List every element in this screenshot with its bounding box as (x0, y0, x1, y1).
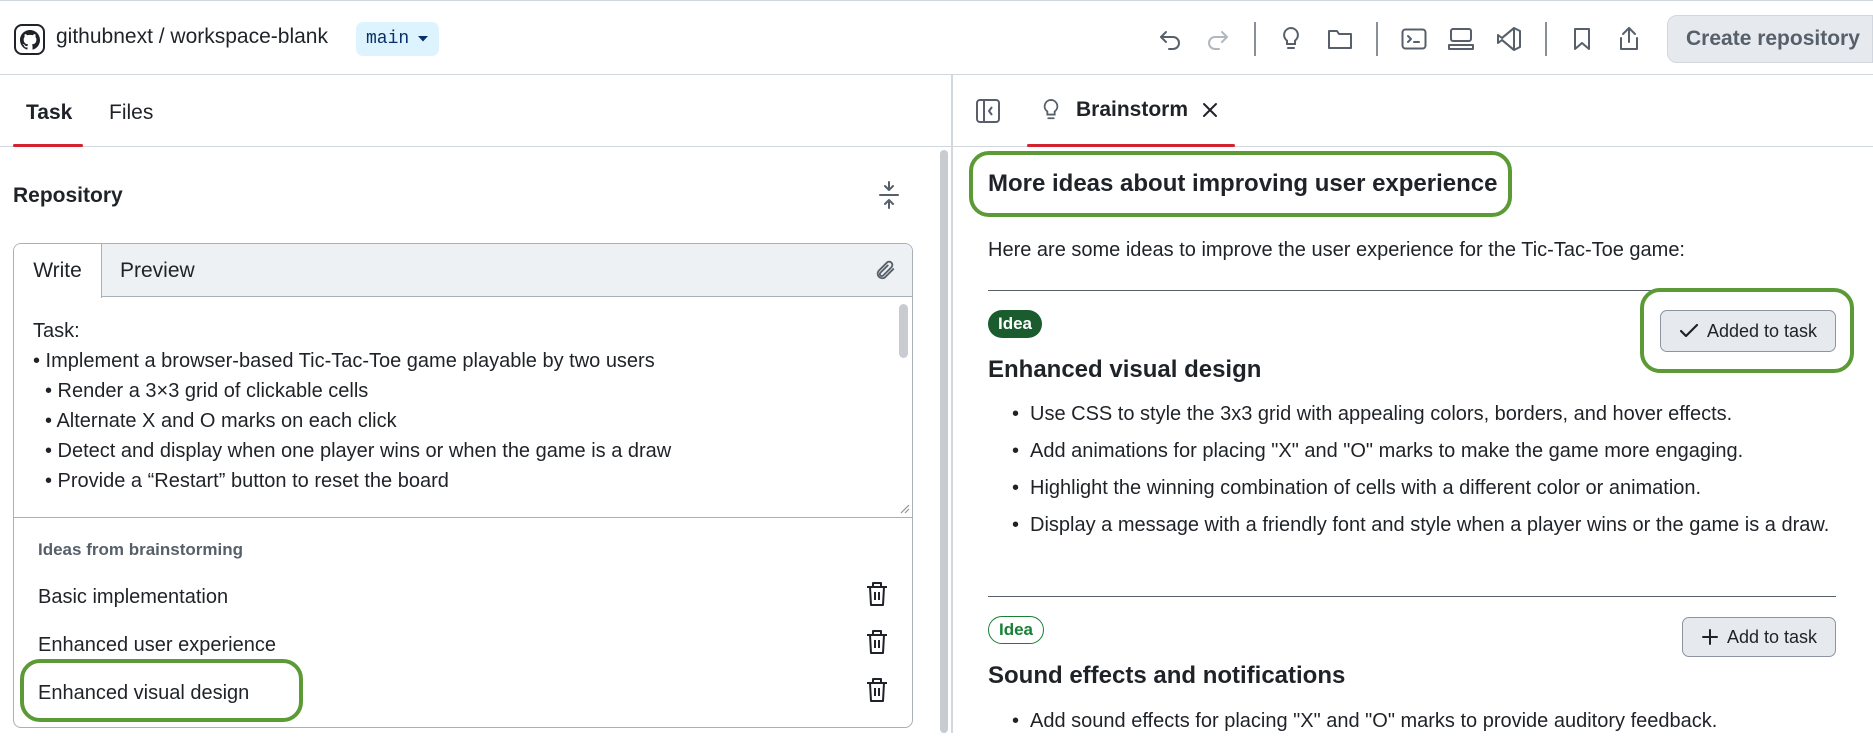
idea-badge: Idea (988, 616, 1045, 644)
top-bar: githubnext / workspace-blank main Create… (0, 0, 1873, 75)
branch-selector[interactable]: main (356, 22, 440, 56)
idea-bullet: Add animations for placing "X" and "O" m… (1012, 436, 1842, 467)
vscode-icon[interactable] (1494, 24, 1524, 54)
redo-icon[interactable] (1203, 24, 1233, 54)
tab-write[interactable]: Write (14, 244, 102, 298)
close-icon[interactable] (1202, 102, 1218, 118)
task-line: • Detect and display when one player win… (45, 440, 672, 462)
tab-files[interactable]: Files (109, 101, 153, 125)
terminal-icon[interactable] (1399, 24, 1429, 54)
idea-bullet: Add sound effects for placing "X" and "O… (1012, 706, 1842, 737)
section-title: Repository (13, 184, 123, 207)
added-to-task-button[interactable]: Added to task (1660, 310, 1836, 352)
brainstorm-intro: Here are some ideas to improve the user … (988, 239, 1685, 261)
brainstorm-title: More ideas about improving user experien… (988, 170, 1498, 197)
task-textarea[interactable]: Task: • Implement a browser-based Tic-Ta… (14, 298, 912, 518)
task-line: Task: (33, 320, 80, 342)
brainstorm-tab-label: Brainstorm (1076, 98, 1189, 121)
idea-bullet: Use CSS to style the 3x3 grid with appea… (1012, 399, 1842, 430)
active-tab-indicator (1027, 144, 1235, 147)
pane-divider[interactable] (951, 75, 953, 733)
ideas-heading: Ideas from brainstorming (38, 540, 243, 559)
github-icon[interactable] (14, 24, 45, 55)
toolbar-separator (1545, 22, 1547, 56)
trash-icon[interactable] (866, 581, 888, 607)
divider (988, 290, 1836, 291)
branch-name: main (366, 29, 410, 49)
idea-bullet: Display a message with a friendly font a… (1012, 510, 1842, 541)
task-line: • Render a 3×3 grid of clickable cells (45, 380, 369, 402)
bookmark-icon[interactable] (1567, 24, 1597, 54)
resize-grip-icon[interactable] (898, 502, 910, 514)
tab-task[interactable]: Task (26, 101, 72, 125)
divider (988, 596, 1836, 597)
share-icon[interactable] (1614, 24, 1644, 54)
trash-icon[interactable] (866, 629, 888, 655)
undo-icon[interactable] (1155, 24, 1185, 54)
idea-item[interactable]: Basic implementation (38, 586, 228, 609)
folder-icon[interactable] (1325, 24, 1355, 54)
idea-bullet-list: Add sound effects for placing "X" and "O… (1012, 706, 1842, 743)
task-line: • Alternate X and O marks on each click (45, 410, 397, 432)
server-icon[interactable] (1446, 24, 1476, 54)
caret-down-icon (417, 35, 429, 43)
toolbar-separator (1254, 22, 1256, 56)
tab-brainstorm[interactable]: Brainstorm (1040, 97, 1218, 123)
task-editor: Write Preview Task: • Implement a browse… (13, 243, 913, 728)
editor-tab-bar: Write Preview (14, 244, 912, 298)
lightbulb-icon (1040, 97, 1062, 123)
idea-bullet: Highlight the winning combination of cel… (1012, 473, 1842, 504)
added-to-task-label: Added to task (1706, 320, 1818, 341)
repo-path[interactable]: githubnext / workspace-blank (56, 25, 328, 49)
trash-icon[interactable] (866, 677, 888, 703)
tab-preview[interactable]: Preview (120, 244, 195, 298)
task-line: • Provide a “Restart” button to reset th… (45, 470, 449, 492)
lightbulb-icon[interactable] (1276, 24, 1306, 54)
create-repository-button[interactable]: Create repository (1667, 15, 1873, 63)
toolbar-separator (1376, 22, 1378, 56)
left-scrollbar[interactable] (940, 150, 948, 733)
check-icon (1679, 323, 1699, 339)
textarea-scrollbar[interactable] (899, 304, 908, 358)
idea-title: Sound effects and notifications (988, 662, 1346, 689)
plus-icon (1701, 628, 1719, 646)
idea-item[interactable]: Enhanced user experience (38, 634, 276, 657)
sidebar-toggle-icon[interactable] (975, 98, 1001, 124)
collapse-icon[interactable] (876, 180, 902, 210)
active-tab-indicator (13, 144, 83, 147)
add-to-task-button[interactable]: Add to task (1682, 617, 1836, 657)
add-to-task-label: Add to task (1726, 626, 1818, 647)
paperclip-icon[interactable] (874, 259, 896, 281)
idea-bullet-list: Use CSS to style the 3x3 grid with appea… (1012, 399, 1842, 547)
idea-title: Enhanced visual design (988, 356, 1262, 383)
task-line: • Implement a browser-based Tic-Tac-Toe … (33, 350, 655, 372)
idea-badge: Idea (988, 310, 1043, 338)
idea-item[interactable]: Enhanced visual design (38, 682, 249, 705)
